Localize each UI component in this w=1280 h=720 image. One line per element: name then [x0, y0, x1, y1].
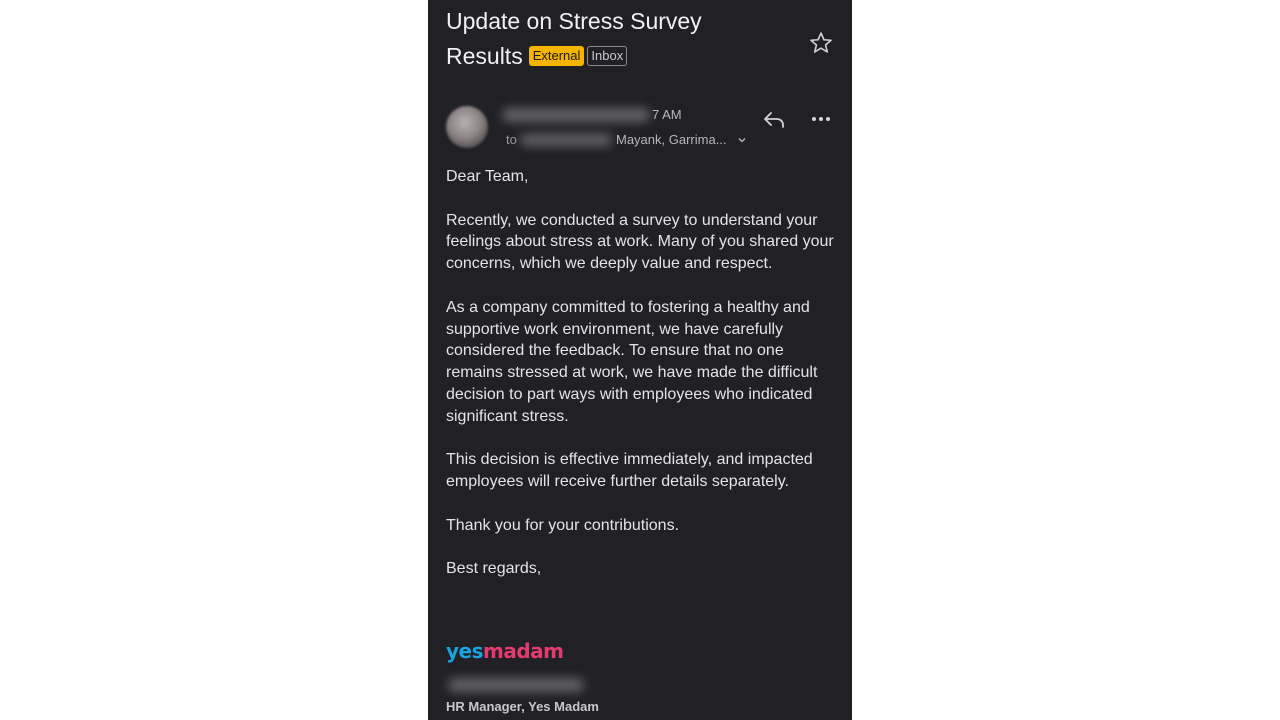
logo-yes: yes: [446, 639, 484, 663]
email-view: Update on Stress Survey Results External I…: [428, 0, 852, 720]
to-prefix: to: [506, 132, 517, 147]
reply-icon[interactable]: [762, 108, 786, 130]
body-paragraph: Recently, we conducted a survey to under…: [446, 211, 834, 273]
signature-name-redacted: [448, 676, 584, 692]
body-paragraph: As a company committed to fostering a he…: [446, 298, 818, 425]
recipients-line[interactable]: to Mayank, Garrima...: [506, 131, 776, 149]
yesmadam-logo: yesmadam: [446, 639, 564, 663]
body-paragraph: This decision is effective immediately, …: [446, 451, 813, 491]
inbox-label[interactable]: Inbox: [587, 46, 628, 66]
body-greeting: Dear Team,: [446, 168, 529, 185]
sender-line[interactable]: 7 AM: [502, 106, 762, 124]
sender-avatar[interactable]: [446, 106, 488, 148]
body-thanks: Thank you for your contributions.: [446, 516, 680, 534]
email-subject: Update on Stress Survey Results External I…: [446, 4, 786, 74]
sent-time: 7 AM: [652, 107, 682, 122]
body-closing: Best regards,: [446, 560, 542, 578]
external-label: External: [528, 46, 585, 66]
more-options-icon[interactable]: [810, 108, 832, 130]
logo-madam: madam: [483, 639, 564, 663]
recipients-redacted: [520, 134, 612, 146]
chevron-down-icon[interactable]: [736, 134, 748, 146]
signature-title: HR Manager, Yes Madam: [446, 699, 599, 714]
recipient-names: Mayank, Garrima...: [616, 132, 727, 147]
star-icon[interactable]: [808, 30, 834, 56]
signature-name-blur: [448, 678, 584, 692]
email-body: Dear Team, Recently, we conducted a surv…: [446, 166, 838, 602]
sender-name-redacted: [502, 108, 650, 122]
